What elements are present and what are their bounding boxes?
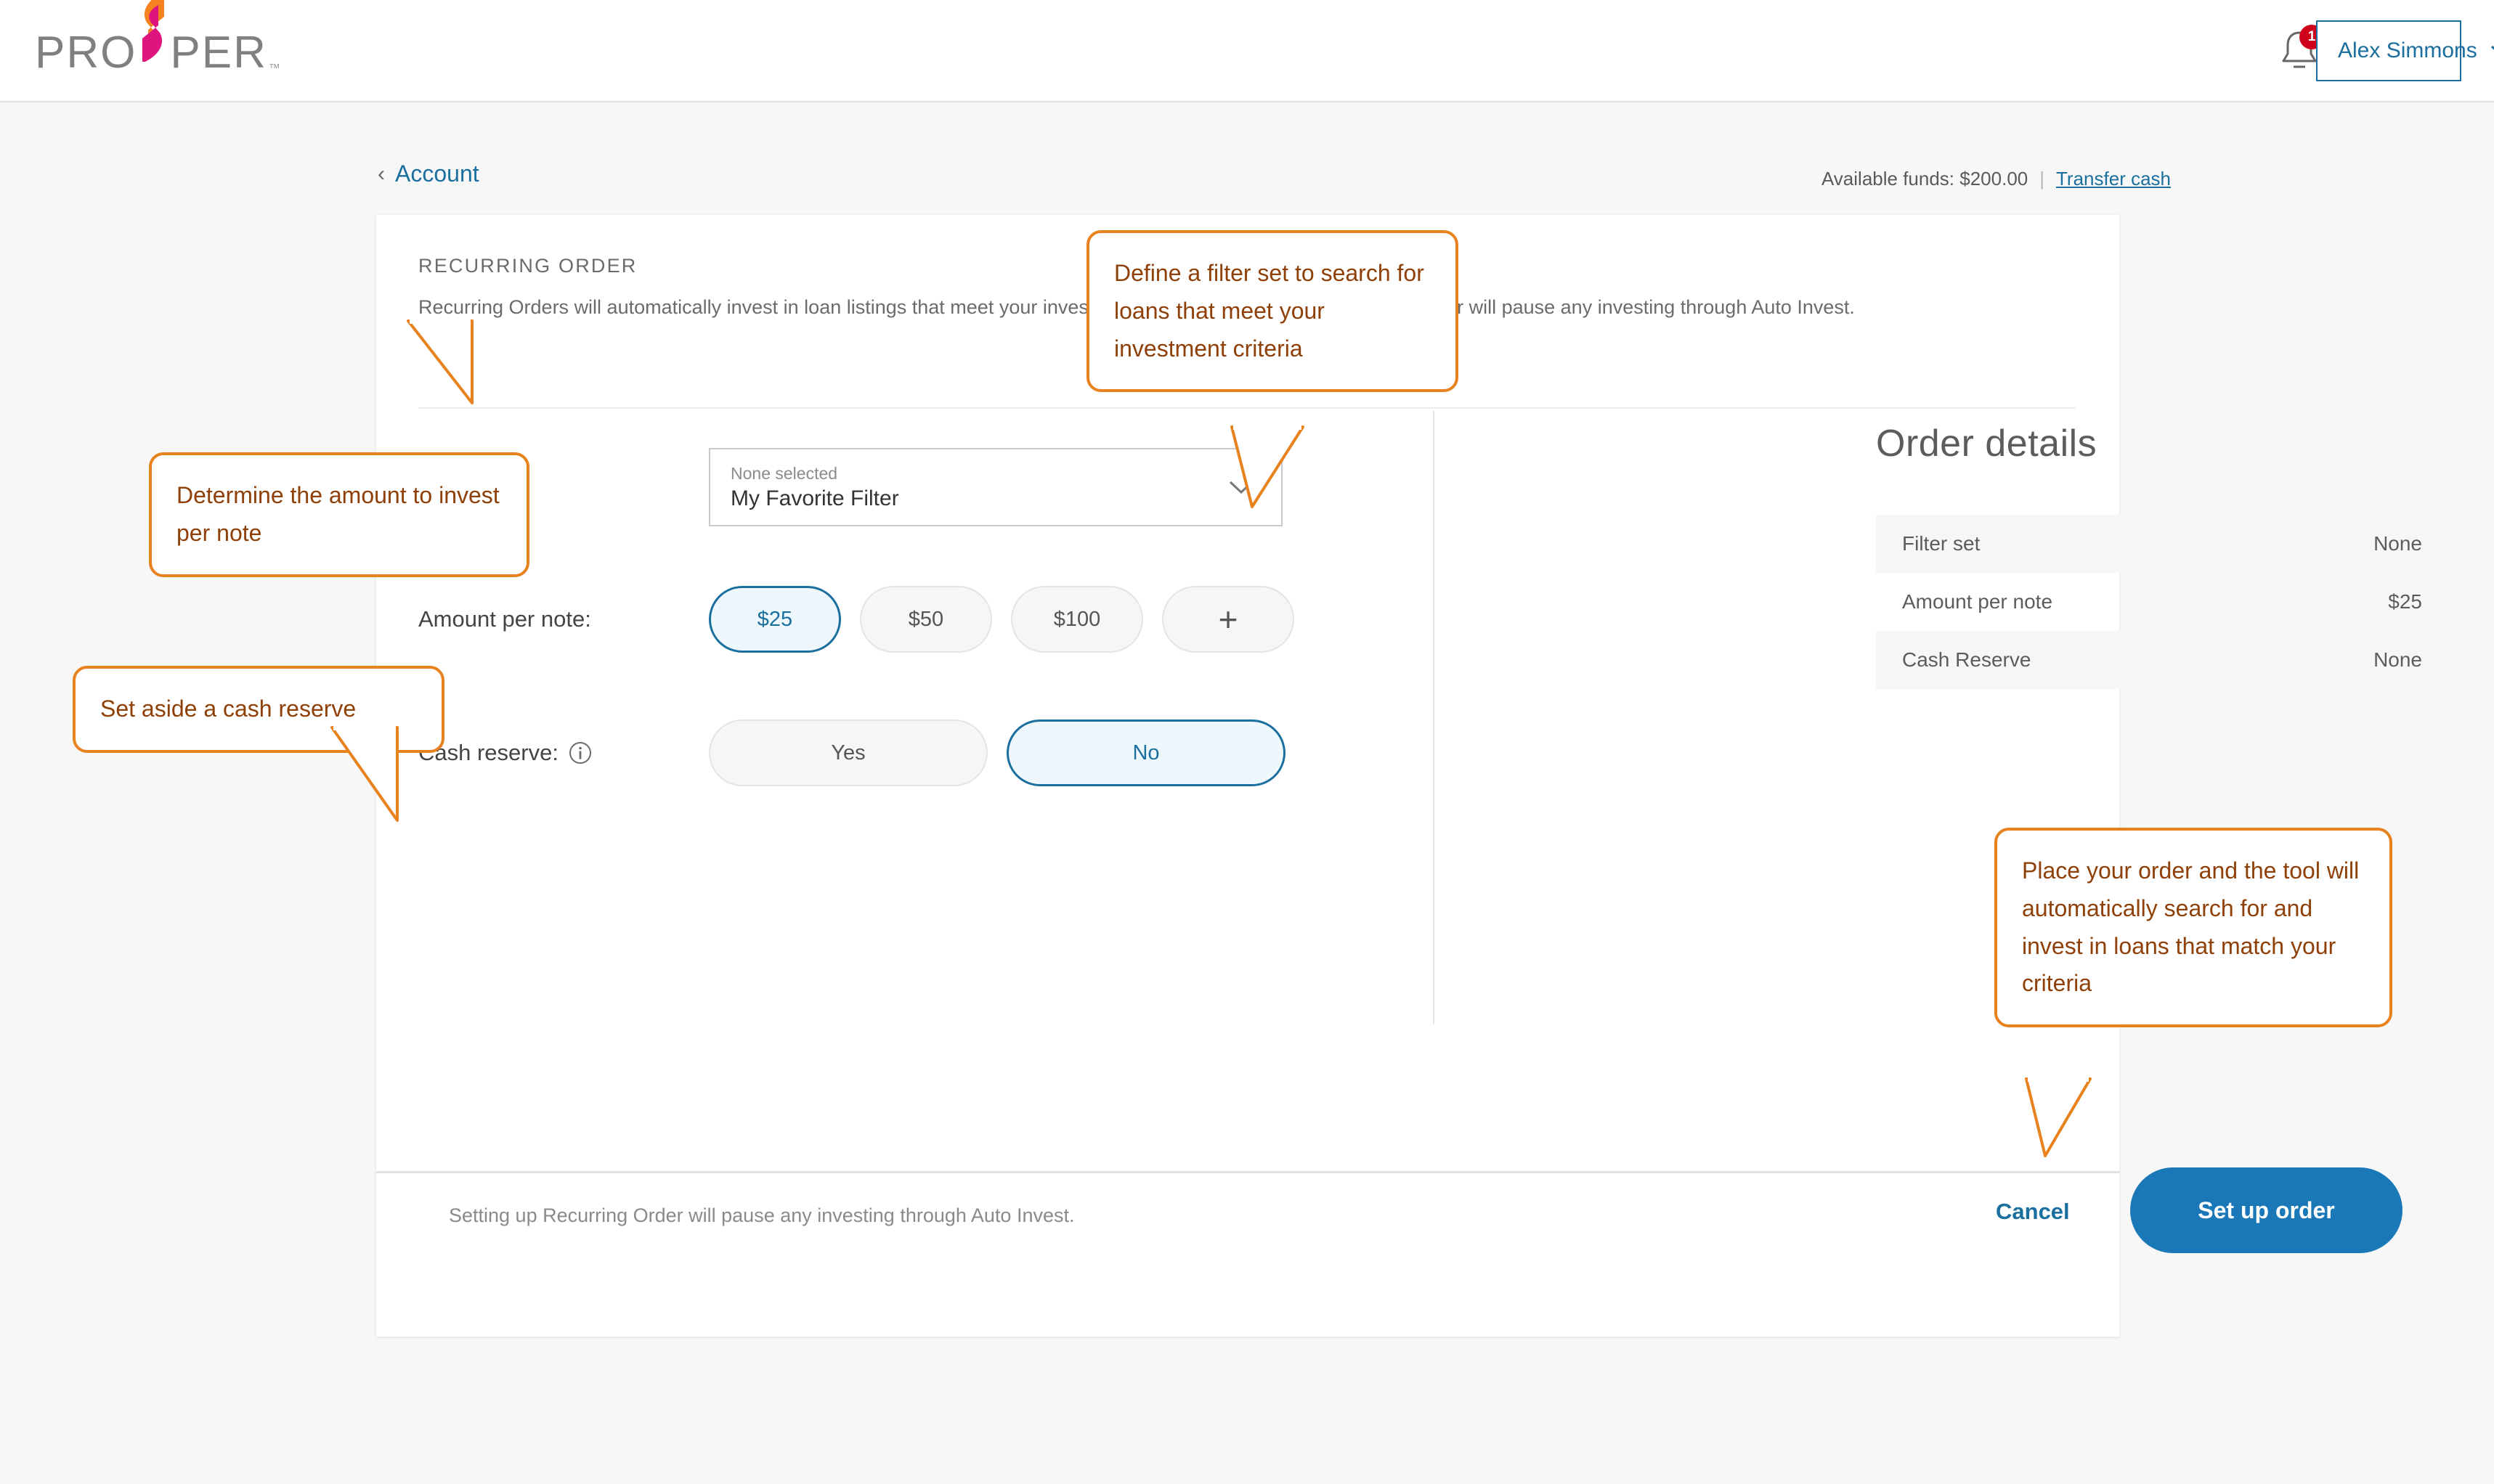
amount-add-custom-button[interactable]: + [1162,586,1294,653]
table-row: Filter set None [1876,515,2448,573]
callout-tail-filter-set [1230,425,1304,508]
cash-reserve-option-no[interactable]: No [1007,719,1285,786]
callout-filter-set: Define a filter set to search for loans … [1086,230,1458,393]
header-divider [418,407,2076,409]
prosper-logo[interactable]: PRO PER ™ [35,0,282,78]
amount-per-note-row: Amount per note: $25 $50 $100 + [418,579,1406,659]
callout-set-up-order: Place your order and the tool will autom… [1994,828,2392,1028]
detail-label-filter-set: Filter set [1902,532,1981,555]
callout-amount-text: Determine the amount to invest per note [176,482,500,546]
amount-per-note-options: $25 $50 $100 + [709,586,1294,653]
cash-reserve-row: Cash reserve: Yes No [418,713,1406,793]
callout-amount-per-note: Determine the amount to invest per note [149,452,529,577]
filter-set-select[interactable]: None selected My Favorite Filter [709,448,1283,526]
set-up-order-button[interactable]: Set up order [2130,1167,2402,1253]
logo-text-pro: PRO [35,27,137,78]
available-funds-area: Available funds: $200.00 | Transfer cash [1821,168,2171,190]
logo-text-per: PER [170,27,267,78]
order-details-title: Order details [1876,423,2097,465]
detail-value-amount-per-note: $25 [2388,590,2422,613]
amount-option-100[interactable]: $100 [1011,586,1143,653]
amount-option-25[interactable]: $25 [709,586,841,653]
transfer-cash-link[interactable]: Transfer cash [2056,168,2171,190]
order-details-panel: Order details Filter set None Amount per… [1876,422,2450,689]
user-name-label: Alex Simmons [2338,38,2477,62]
cash-reserve-options: Yes No [709,719,1285,786]
trademark-symbol: ™ [268,62,282,75]
amount-per-note-label: Amount per note: [418,606,591,632]
detail-label-cash-reserve: Cash Reserve [1902,648,2031,671]
user-menu-dropdown[interactable]: Alex Simmons [2316,20,2494,81]
detail-value-filter-set: None [2373,532,2422,555]
logo-wordmark: PRO PER ™ [35,0,282,78]
detail-value-cash-reserve: None [2373,648,2422,671]
chevron-down-icon [2490,45,2494,51]
top-navigation-bar: PRO PER ™ 1 Alex Simmons [0,0,2494,102]
chevron-left-icon: ‹ [378,161,385,186]
cash-reserve-option-yes[interactable]: Yes [709,719,988,786]
callout-reserve-text: Set aside a cash reserve [100,696,357,722]
info-icon[interactable] [569,741,592,765]
available-funds-label: Available funds: $200.00 [1821,168,2028,189]
callout-tail-set-up-order [2025,1077,2092,1157]
amount-option-50[interactable]: $50 [860,586,992,653]
breadcrumb-back-account[interactable]: ‹ Account [378,160,479,187]
notifications-bell-button[interactable]: 1 [2279,25,2324,73]
cancel-button[interactable]: Cancel [1996,1199,2070,1225]
logo-s-glyph [137,0,170,68]
order-details-table: Filter set None Amount per note $25 Cash… [1876,515,2448,689]
callout-tail-amount-per-note [407,319,474,404]
breadcrumb-label: Account [395,160,479,187]
funds-separator: | [2039,168,2045,189]
callout-tail-cash-reserve [330,726,399,822]
detail-label-amount-per-note: Amount per note [1902,590,2053,613]
column-divider [1433,411,1434,1024]
table-row: Amount per note $25 [1876,573,2448,631]
callout-order-text: Place your order and the tool will autom… [2022,857,2360,997]
cash-reserve-label-group: Cash reserve: [418,740,709,766]
footer-note: Setting up Recurring Order will pause an… [449,1204,1075,1226]
filter-set-placeholder: None selected [731,463,838,483]
filter-set-value: My Favorite Filter [731,486,899,510]
table-row: Cash Reserve None [1876,631,2448,689]
footer-divider [376,1171,2119,1173]
